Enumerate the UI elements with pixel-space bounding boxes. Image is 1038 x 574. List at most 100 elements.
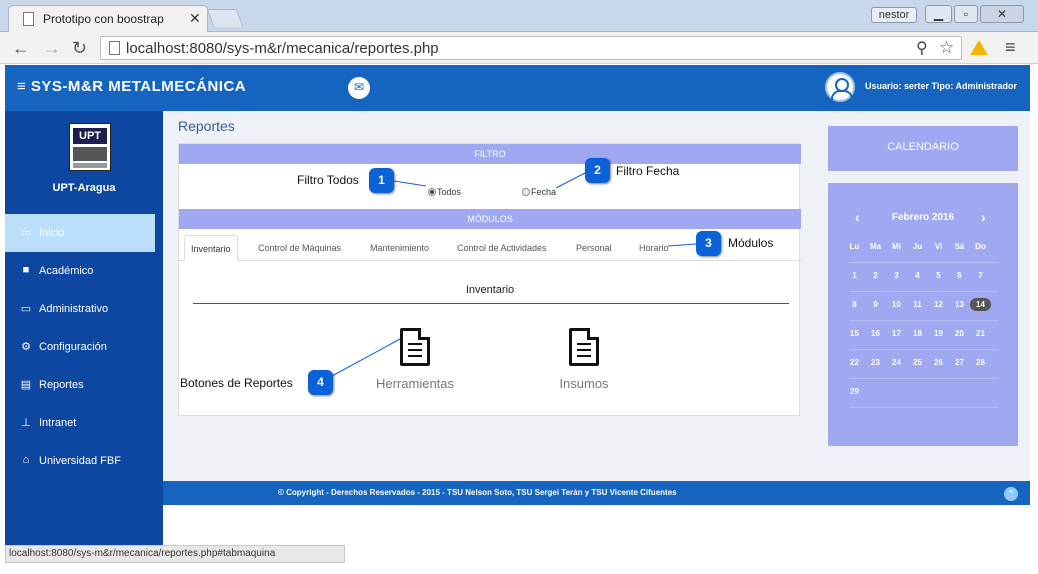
tab-horario[interactable]: Horario (633, 235, 675, 261)
tab-inventario[interactable]: Inventario (184, 235, 238, 261)
calendar-day[interactable]: 26 (928, 358, 949, 367)
scroll-top-icon[interactable]: ⌃ (1004, 487, 1018, 501)
status-bar: localhost:8080/sys-m&r/mecanica/reportes… (5, 545, 345, 563)
sidebar-item-universidad-fbf[interactable]: ⌂ Universidad FBF (5, 442, 163, 480)
sidebar-item-academico[interactable]: ■ Académico (5, 252, 163, 290)
calendar-day[interactable]: 23 (865, 358, 886, 367)
calendar-day[interactable]: 29 (844, 387, 865, 396)
next-month-icon[interactable]: › (981, 209, 986, 225)
mail-icon[interactable]: ✉ (348, 77, 370, 99)
calendar-day[interactable]: 7 (970, 271, 991, 280)
filter-todos-radio[interactable]: Todos (428, 187, 461, 197)
calendar-day[interactable]: 18 (907, 329, 928, 338)
sidebar-item-reportes[interactable]: ▤ Reportes (5, 366, 163, 404)
weekday-label: Mi (892, 242, 901, 251)
calendar-day[interactable]: 10 (886, 300, 907, 309)
sidebar-item-configuracion[interactable]: ⚙ Configuración (5, 328, 163, 366)
file-text-icon: ▤ (20, 379, 32, 391)
page-bottom (163, 505, 1030, 545)
calendar-day[interactable]: 6 (949, 271, 970, 280)
reload-icon[interactable]: ↻ (72, 38, 87, 59)
browser-titlebar: Prototipo con boostrap ✕ nestor ▁ ▫ ✕ (0, 0, 1038, 32)
calendar-day[interactable]: 4 (907, 271, 928, 280)
sidebar: UPT UPT-Aragua ▭ Inicio ■ Académico ▭ Ad… (5, 111, 163, 545)
tab-control-de-maquinas[interactable]: Control de Máquinas (252, 235, 347, 261)
weekday-label: Vi (934, 242, 943, 251)
calendar-day[interactable]: 24 (886, 358, 907, 367)
calendar-day[interactable]: 3 (886, 271, 907, 280)
calendar-day[interactable]: 17 (886, 329, 907, 338)
calendar-day[interactable]: 21 (970, 329, 991, 338)
sidebar-item-label: Académico (39, 265, 94, 277)
radio-unchecked-icon (522, 188, 530, 196)
page-icon (109, 41, 120, 55)
maximize-icon[interactable]: ▫ (954, 5, 978, 23)
footer-text: © Copyright - Derechos Reservados - 2015… (278, 488, 677, 497)
tab-close-icon[interactable]: ✕ (189, 10, 201, 27)
weekday-label: Ju (912, 242, 923, 251)
tab-personal[interactable]: Personal (570, 235, 618, 261)
minimize-icon[interactable]: ▁ (925, 5, 952, 23)
sidebar-item-administrativo[interactable]: ▭ Administrativo (5, 290, 163, 328)
filter-fecha-radio[interactable]: Fecha (522, 187, 556, 197)
calendar-day[interactable]: 16 (865, 329, 886, 338)
sidebar-item-label: Configuración (39, 341, 107, 353)
annotation-badge-1: 1 (369, 168, 394, 193)
sidebar-item-label: Inicio (39, 227, 65, 239)
browser-tab[interactable]: Prototipo con boostrap ✕ (8, 5, 208, 32)
browser-menu-icon[interactable]: ≡ (1005, 37, 1016, 58)
calendar-day[interactable]: 1 (844, 271, 865, 280)
calendar-day[interactable]: 22 (844, 358, 865, 367)
tab-mantenimiento[interactable]: Mantenimiento (364, 235, 435, 261)
report-button-herramientas[interactable]: Herramientas (350, 328, 480, 391)
zoom-icon[interactable]: ⚲ (916, 38, 928, 58)
browser-toolbar: ← → ↻ localhost:8080/sys-m&r/mecanica/re… (0, 32, 1038, 64)
address-bar[interactable]: localhost:8080/sys-m&r/mecanica/reportes… (100, 36, 962, 60)
calendar-day[interactable]: 25 (907, 358, 928, 367)
user-info: Usuario: serter Tipo: Administrador (865, 81, 1018, 91)
annotation-label-3: Módulos (728, 236, 774, 250)
file-text-icon (400, 328, 430, 366)
weekday-label: Ma (869, 242, 882, 251)
sitemap-icon: ⊥ (21, 417, 31, 429)
report-button-label: Herramientas (375, 376, 455, 391)
calendar-day[interactable]: 15 (844, 329, 865, 338)
sidebar-item-intranet[interactable]: ⊥ Intranet (5, 404, 163, 442)
avatar[interactable] (825, 72, 855, 102)
radio-label: Todos (437, 187, 462, 197)
calendar-month[interactable]: Febrero 2016 (828, 212, 1018, 223)
brand[interactable]: ≡ SYS-M&R METALMECÁNICA (17, 78, 246, 95)
calendar-heading: CALENDARIO (828, 126, 1018, 171)
calendar-day[interactable]: 8 (844, 300, 865, 309)
report-button-insumos[interactable]: Insumos (519, 328, 649, 391)
calendar-day[interactable]: 27 (949, 358, 970, 367)
page-icon (23, 12, 34, 26)
close-window-icon[interactable]: ✕ (980, 5, 1024, 23)
profile-button[interactable]: nestor (871, 7, 917, 23)
calendar-day[interactable]: 5 (928, 271, 949, 280)
calendar-day[interactable]: 9 (865, 300, 886, 309)
footer: © Copyright - Derechos Reservados - 2015… (163, 481, 1030, 505)
weekday-label: Sá (954, 242, 965, 251)
calendar-day[interactable]: 2 (865, 271, 886, 280)
url-text: localhost:8080/sys-m&r/mecanica/reportes… (126, 40, 439, 57)
annotation-label-2: Filtro Fecha (616, 164, 680, 178)
file-text-icon (569, 328, 599, 366)
tab-control-de-actividades[interactable]: Control de Actividades (451, 235, 553, 261)
calendar-day-today[interactable]: 14 (970, 298, 991, 311)
institution-icon: ⌂ (22, 454, 30, 466)
university-logo: UPT (69, 123, 111, 171)
calendar-day[interactable]: 13 (949, 300, 970, 309)
calendar-day[interactable]: 12 (928, 300, 949, 309)
org-name: UPT-Aragua (52, 182, 116, 194)
back-icon[interactable]: ← (12, 38, 30, 59)
calendar-day[interactable]: 20 (949, 329, 970, 338)
calendar-day[interactable]: 28 (970, 358, 991, 367)
calendar-day[interactable]: 19 (928, 329, 949, 338)
bookmark-star-icon[interactable]: ☆ (939, 38, 954, 58)
calendar-day[interactable]: 11 (907, 300, 928, 309)
drive-icon[interactable] (970, 40, 988, 55)
forward-icon[interactable]: → (43, 38, 61, 59)
sidebar-item-inicio[interactable]: ▭ Inicio (5, 214, 155, 252)
new-tab-button[interactable] (206, 9, 244, 27)
